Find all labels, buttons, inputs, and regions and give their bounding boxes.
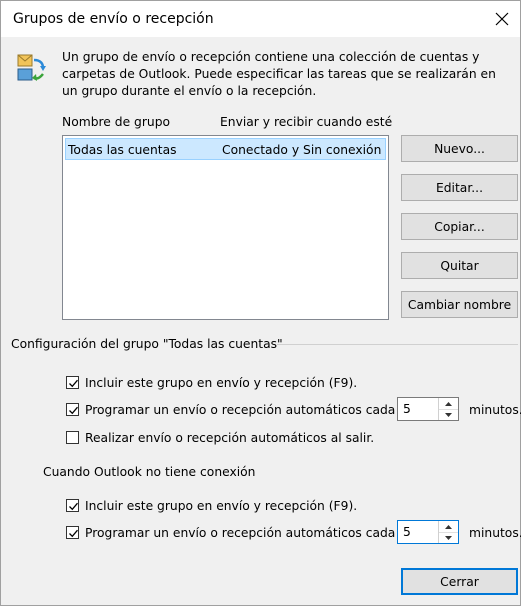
close-icon[interactable] [490, 7, 514, 31]
send-on-exit-label: Realizar envío o recepción automáticos a… [85, 431, 375, 445]
group-settings-title: Configuración del grupo "Todas las cuent… [11, 337, 283, 351]
include-group-checkbox[interactable] [66, 376, 79, 389]
remove-button[interactable]: Quitar [401, 252, 518, 279]
offline-schedule-auto-checkbox[interactable] [66, 526, 79, 539]
offline-minutes-unit-label: minutos. [469, 526, 521, 540]
offline-schedule-minutes-stepper[interactable]: 5 [397, 520, 459, 544]
group-mode-cell: Conectado y Sin conexión [222, 143, 382, 157]
include-group-label: Incluir este grupo en envío y recepción … [85, 376, 358, 390]
groups-list[interactable]: Todas las cuentas Conectado y Sin conexi… [62, 135, 389, 320]
schedule-minutes-stepper[interactable]: 5 [397, 397, 459, 421]
stepper-buttons [438, 398, 458, 420]
list-item[interactable]: Todas las cuentas Conectado y Sin conexi… [65, 138, 386, 160]
rename-button[interactable]: Cambiar nombre [401, 291, 518, 318]
edit-button[interactable]: Editar... [401, 174, 518, 201]
description-text: Un grupo de envío o recepción contiene u… [62, 50, 496, 98]
chevron-down-icon[interactable] [439, 532, 458, 543]
group-name-cell: Todas las cuentas [68, 143, 177, 157]
column-header-send-receive-when[interactable]: Enviar y recibir cuando esté [220, 115, 392, 129]
close-button[interactable]: Cerrar [401, 568, 518, 595]
schedule-auto-label: Programar un envío o recepción automátic… [85, 403, 396, 417]
title-bar: Grupos de envío o recepción [1, 1, 520, 37]
chevron-down-icon[interactable] [439, 409, 458, 420]
section-divider [277, 344, 518, 345]
offline-include-group-label: Incluir este grupo en envío y recepción … [85, 499, 358, 513]
send-receive-groups-dialog: Grupos de envío o recepción Un grupo de … [0, 0, 521, 606]
offline-include-group-checkbox[interactable] [66, 499, 79, 512]
offline-schedule-auto-label: Programar un envío o recepción automátic… [85, 526, 396, 540]
minutes-unit-label: minutos. [469, 403, 521, 417]
schedule-minutes-value[interactable]: 5 [403, 402, 411, 416]
schedule-auto-checkbox[interactable] [66, 403, 79, 416]
send-on-exit-checkbox[interactable] [66, 431, 79, 444]
offline-section-title: Cuando Outlook no tiene conexión [43, 465, 256, 479]
window-title: Grupos de envío o recepción [13, 11, 214, 27]
copy-button[interactable]: Copiar... [401, 213, 518, 240]
new-button[interactable]: Nuevo... [401, 135, 518, 162]
offline-stepper-buttons [438, 521, 458, 543]
send-receive-icon [15, 52, 47, 84]
offline-schedule-minutes-value[interactable]: 5 [403, 525, 411, 539]
column-header-group-name[interactable]: Nombre de grupo [62, 115, 170, 129]
